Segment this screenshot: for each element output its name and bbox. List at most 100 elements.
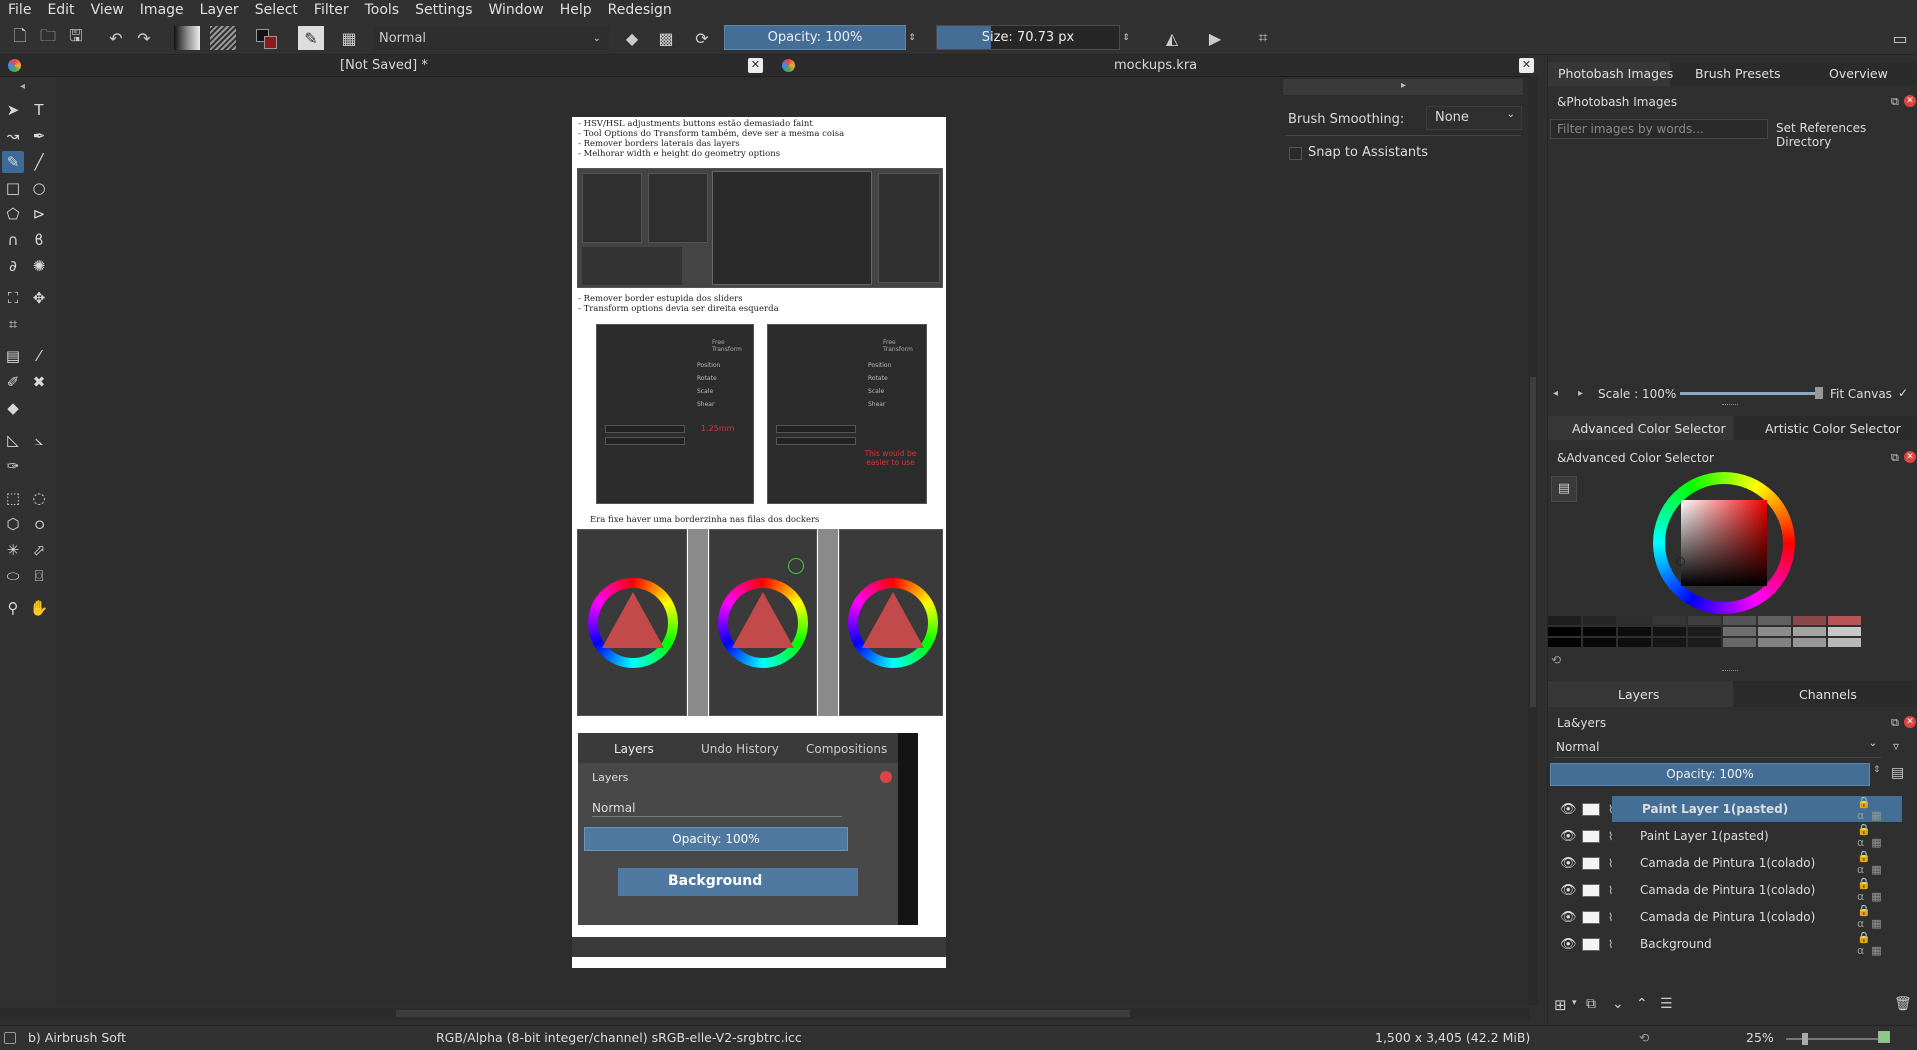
open-folder-icon[interactable]: 🗀 xyxy=(38,26,58,50)
visibility-eye-icon[interactable]: 👁 xyxy=(1560,910,1577,925)
color-picker-icon[interactable]: ⁄ xyxy=(28,345,50,367)
measure-tool-icon[interactable]: ⦣ xyxy=(28,429,50,451)
select-shapes-icon[interactable]: ➤ xyxy=(2,99,24,121)
next-icon[interactable]: ▸ xyxy=(1578,388,1583,399)
polygon-tool-icon[interactable]: ⬠ xyxy=(2,203,24,225)
zoom-handle[interactable] xyxy=(1802,1033,1808,1045)
multibrush-icon[interactable]: ✺ xyxy=(28,255,50,277)
undo-icon[interactable]: ↶ xyxy=(106,26,126,50)
collapse-toolbox-icon[interactable]: ◂ xyxy=(20,81,25,92)
color-swatch[interactable] xyxy=(1758,638,1791,647)
line-tool-icon[interactable]: ╱ xyxy=(28,151,50,173)
visibility-eye-icon[interactable]: 👁 xyxy=(1560,829,1577,844)
layer-row[interactable]: 👁 ⌇ Camada de Pintura 1(colado) 🔒α▦ xyxy=(1552,877,1902,903)
pan-tool-icon[interactable]: ✋ xyxy=(28,597,50,619)
color-swatch[interactable] xyxy=(1653,638,1686,647)
transform-tool-icon[interactable]: ⛶ xyxy=(2,287,24,309)
set-references-button[interactable]: Set References Directory xyxy=(1776,121,1917,149)
calligraphy-icon[interactable]: ✒ xyxy=(28,125,50,147)
bezier-tool-icon[interactable]: ∩ xyxy=(2,229,24,251)
add-layer-icon[interactable]: ⊞ xyxy=(1554,996,1567,1014)
layer-flags-icons[interactable]: 🔒α▦ xyxy=(1857,904,1902,930)
dynamic-brush-icon[interactable]: ∂ xyxy=(2,255,24,277)
delete-layer-icon[interactable]: 🗑 xyxy=(1894,996,1912,1012)
menu-select[interactable]: Select xyxy=(247,0,306,20)
snap-checkbox[interactable] xyxy=(1289,147,1302,160)
color-swatch[interactable] xyxy=(1548,638,1581,647)
color-swatch[interactable] xyxy=(1688,638,1721,647)
menu-settings[interactable]: Settings xyxy=(407,0,480,20)
tab-not-saved[interactable]: [Not Saved] * xyxy=(340,58,428,73)
layer-flags-icons[interactable]: 🔒α▦ xyxy=(1857,823,1902,849)
brush-smoothing-select[interactable]: None ⌄ xyxy=(1426,106,1522,130)
color-swatch[interactable] xyxy=(1653,627,1686,636)
move-layer-down-icon[interactable]: ⌄ xyxy=(1612,996,1624,1012)
color-swatch[interactable] xyxy=(1723,627,1756,636)
new-document-icon[interactable]: 🗋 xyxy=(10,26,30,50)
layer-row[interactable]: 👁 ⌇ Paint Layer 1(pasted) 🔒α▦ xyxy=(1560,796,1902,822)
edit-shapes-icon[interactable]: ↝ xyxy=(2,125,24,147)
rotate-reset-icon[interactable]: ⟲ xyxy=(1639,1030,1649,1045)
prev-icon[interactable]: ◂ xyxy=(1553,388,1558,399)
layer-settings-icon[interactable]: ☰ xyxy=(1660,996,1673,1012)
tab-channels[interactable]: Channels xyxy=(1799,687,1857,702)
layer-flags-icons[interactable]: 🔒α▦ xyxy=(1857,931,1902,957)
gradient-tool-icon[interactable]: ▤ xyxy=(2,345,24,367)
zoom-level[interactable]: 25% xyxy=(1746,1030,1774,1045)
menu-tools[interactable]: Tools xyxy=(357,0,408,20)
colorize-mask-icon[interactable]: ✐ xyxy=(2,371,24,393)
brush-editor-icon[interactable]: ▦ xyxy=(338,26,360,50)
splitter-handle[interactable] xyxy=(1722,670,1738,673)
visibility-eye-icon[interactable]: 👁 xyxy=(1560,802,1577,817)
smart-patch-icon[interactable]: ✖ xyxy=(28,371,50,393)
alpha-lock-icon[interactable]: ▩ xyxy=(656,26,676,50)
ellipse-select-icon[interactable]: ◌ xyxy=(28,487,50,509)
layer-opacity-stepper[interactable]: ⇕ xyxy=(1873,765,1881,775)
rectangle-tool-icon[interactable]: □ xyxy=(2,177,24,199)
redo-icon[interactable]: ↷ xyxy=(134,26,154,50)
mirror-vertical-icon[interactable]: ▶ xyxy=(1203,26,1227,50)
layer-row[interactable]: 👁 ⌇ Camada de Pintura 1(colado) 🔒α▦ xyxy=(1552,850,1902,876)
menu-window[interactable]: Window xyxy=(481,0,552,20)
layer-flags-icons[interactable]: 🔒α▦ xyxy=(1857,850,1902,876)
scale-handle[interactable] xyxy=(1815,387,1823,399)
expand-icon[interactable]: ▸ xyxy=(1401,80,1406,91)
size-slider[interactable]: Size: 70.73 px xyxy=(936,25,1120,50)
menu-help[interactable]: Help xyxy=(552,0,600,20)
color-cursor[interactable] xyxy=(1676,557,1685,566)
duplicate-layer-icon[interactable]: ⧉ xyxy=(1586,996,1596,1012)
layer-properties-icon[interactable]: ▤ xyxy=(1891,765,1904,781)
fill-tool-icon[interactable]: ◆ xyxy=(2,397,24,419)
move-tool-icon[interactable]: ✥ xyxy=(28,287,50,309)
zoom-slider[interactable] xyxy=(1786,1038,1882,1040)
magnetic-select-icon[interactable]: ⌼ xyxy=(28,565,50,587)
filter-images-input[interactable]: Filter images by words... xyxy=(1550,119,1768,139)
similar-select-icon[interactable]: ⬀ xyxy=(28,539,50,561)
color-swatch[interactable] xyxy=(1828,638,1861,647)
tab-artistic-color[interactable]: Artistic Color Selector xyxy=(1765,421,1901,436)
color-swatch[interactable] xyxy=(1758,627,1791,636)
color-swatch[interactable] xyxy=(1723,638,1756,647)
ellipse-tool-icon[interactable]: ○ xyxy=(28,177,50,199)
opacity-stepper[interactable]: ⇕ xyxy=(906,26,918,50)
filter-icon[interactable]: ▿ xyxy=(1893,739,1899,753)
layer-row[interactable]: 👁 ⌇ Paint Layer 1(pasted) 🔒α▦ xyxy=(1552,823,1902,849)
close-tab-icon[interactable]: ✕ xyxy=(1519,58,1534,73)
visibility-eye-icon[interactable]: 👁 xyxy=(1560,883,1577,898)
menu-file[interactable]: File xyxy=(0,0,39,20)
color-swatch[interactable] xyxy=(1828,627,1861,636)
menu-layer[interactable]: Layer xyxy=(192,0,247,20)
horizontal-scrollbar[interactable] xyxy=(0,1008,1530,1020)
scale-slider[interactable] xyxy=(1680,392,1820,395)
assistant-tool-icon[interactable]: ◺ xyxy=(2,429,24,451)
add-layer-menu-icon[interactable]: ▾ xyxy=(1572,998,1577,1008)
color-swatch[interactable] xyxy=(1583,627,1616,636)
close-docker-icon[interactable]: ✕ xyxy=(1904,95,1916,107)
tab-photobash[interactable]: Photobash Images xyxy=(1558,66,1673,81)
color-swatch[interactable] xyxy=(1828,616,1861,625)
layer-opacity-slider[interactable]: Opacity: 100% xyxy=(1550,763,1870,786)
tab-layers[interactable]: Layers xyxy=(1618,687,1659,702)
close-docker-icon[interactable]: ✕ xyxy=(1904,716,1916,728)
document-canvas[interactable]: - HSV/HSL adjustments buttons estão dema… xyxy=(572,117,946,968)
crop-tool-icon[interactable]: ⌗ xyxy=(2,313,24,335)
